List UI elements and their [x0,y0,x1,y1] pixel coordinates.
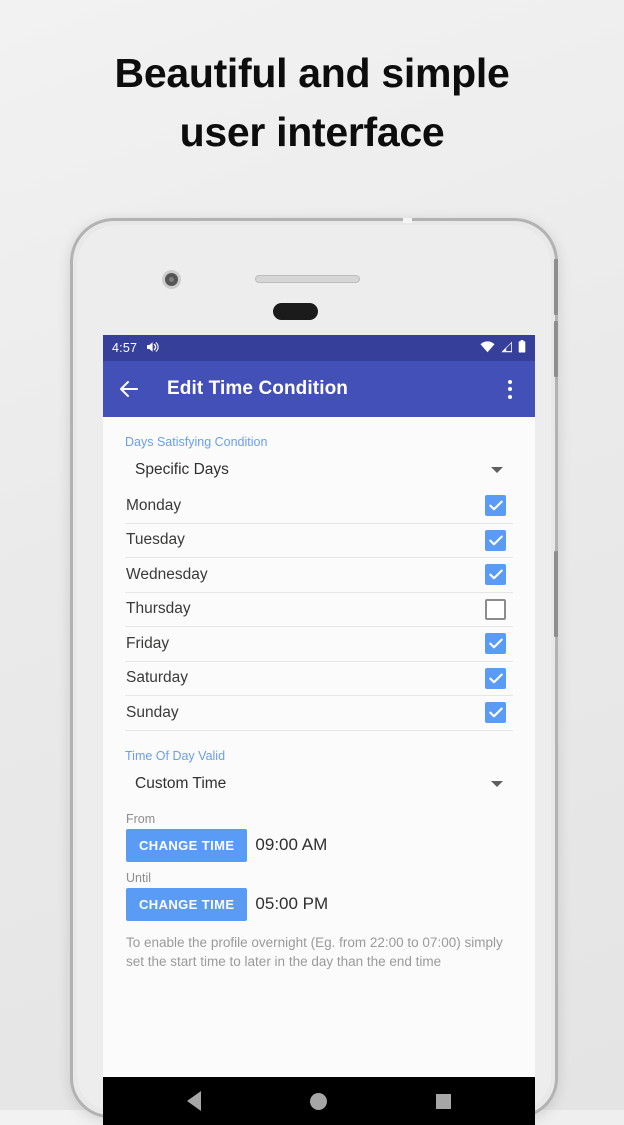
chevron-down-icon [491,467,503,473]
status-time: 4:57 [112,341,138,355]
day-checkbox-monday[interactable] [485,495,506,517]
from-time-row: CHANGE TIME 09:00 AM [125,828,513,862]
status-bar-left: 4:57 [112,341,160,356]
volume-icon [146,341,160,356]
wifi-icon [480,340,495,356]
day-checkbox-tuesday[interactable] [485,529,506,551]
overflow-dot [508,394,512,399]
settings-content: Days Satisfying Condition Specific Days … [103,417,535,1077]
overflow-dot [508,379,512,384]
day-label: Thursday [126,600,191,618]
volume-up-button[interactable] [554,259,558,315]
phone-body: 4:57 Edit Time Condition Days Satisfying… [77,225,551,1125]
from-label: From [126,811,156,826]
day-label: Friday [126,634,170,652]
day-row-saturday[interactable]: Saturday [125,662,513,696]
day-checkbox-wednesday[interactable] [485,564,506,586]
days-section-label: Days Satisfying Condition [125,435,268,449]
app-bar: Edit Time Condition [103,361,535,417]
nav-recents-icon[interactable] [435,1093,451,1109]
nav-home-icon[interactable] [309,1092,327,1110]
until-time-row: CHANGE TIME 05:00 PM [125,887,513,921]
overflow-dot [508,387,512,391]
until-label: Until [126,870,152,885]
time-mode-spinner-value: Custom Time [135,774,227,792]
overnight-hint-text: To enable the profile overnight (Eg. fro… [126,934,503,969]
day-row-friday[interactable]: Friday [125,627,513,662]
status-bar: 4:57 [103,335,535,361]
power-button[interactable] [554,551,558,637]
sensor-notch [273,303,318,320]
overflow-menu-icon[interactable] [499,377,521,401]
from-time-value: 09:00 AM [255,835,328,854]
headline-line-2: user interface [179,109,445,156]
day-checkbox-sunday[interactable] [485,702,506,724]
battery-icon [518,340,526,356]
nav-back-icon[interactable] [187,1091,202,1111]
day-label: Sunday [126,703,179,721]
days-mode-spinner-value: Specific Days [135,461,229,478]
volume-down-button[interactable] [554,321,558,377]
day-row-thursday[interactable]: Thursday [125,593,513,627]
time-mode-spinner[interactable]: Custom Time [125,765,513,803]
day-label: Tuesday [126,531,185,549]
status-bar-right [480,340,526,356]
speaker-grille [255,275,360,283]
time-section-label: Time Of Day Valid [125,748,226,763]
app-bar-title: Edit Time Condition [167,378,348,399]
back-arrow-icon[interactable] [117,377,141,401]
signal-icon [500,341,513,356]
day-row-wednesday[interactable]: Wednesday [125,558,513,593]
camera-icon [162,270,181,289]
days-mode-spinner[interactable]: Specific Days [125,451,513,489]
day-row-sunday[interactable]: Sunday [125,696,513,731]
day-label: Saturday [126,669,189,687]
android-nav-bar [103,1077,535,1125]
chevron-down-icon [491,780,503,787]
day-row-tuesday[interactable]: Tuesday [125,524,513,558]
change-until-time-button[interactable]: CHANGE TIME [126,887,248,921]
headline-line-1: Beautiful and simple [114,50,510,96]
page-title: Beautiful and simple user interface [0,44,624,163]
day-checkbox-thursday[interactable] [485,598,506,620]
day-list: Monday Tuesday Wednesday Thursday Friday… [125,489,513,731]
phone-mockup: 4:57 Edit Time Condition Days Satisfying… [70,218,558,1125]
day-checkbox-friday[interactable] [485,633,506,655]
phone-screen: 4:57 Edit Time Condition Days Satisfying… [103,335,535,1125]
until-time-value: 05:00 PM [255,894,329,913]
day-row-monday[interactable]: Monday [125,489,513,524]
day-checkbox-saturday[interactable] [485,667,506,689]
day-label: Monday [126,496,182,514]
antenna-line [403,218,412,223]
change-from-time-button[interactable]: CHANGE TIME [126,828,248,862]
day-label: Wednesday [126,565,208,583]
